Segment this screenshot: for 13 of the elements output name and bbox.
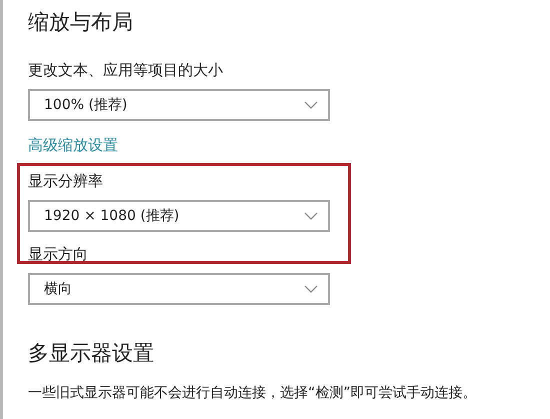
dropdown[interactable]: 100% (推荐) bbox=[28, 89, 330, 121]
description-text: 一些旧式显示器可能不会进行自动连接，选择“检测”即可尝试手动连接。 bbox=[28, 384, 478, 403]
setting-label: 更改文本、应用等项目的大小 bbox=[28, 60, 223, 80]
section-title: 多显示器设置 bbox=[28, 340, 155, 367]
section-title: 缩放与布局 bbox=[28, 9, 134, 36]
chevron-down-icon bbox=[304, 101, 318, 109]
chevron-down-icon bbox=[304, 285, 318, 293]
advanced-scaling-link[interactable]: 高级缩放设置 bbox=[28, 136, 118, 154]
setting-label: 显示方向 bbox=[28, 244, 88, 264]
dropdown[interactable]: 1920 × 1080 (推荐) bbox=[28, 200, 330, 232]
chevron-down-icon bbox=[304, 212, 318, 220]
setting-label: 显示分辨率 bbox=[28, 171, 103, 191]
dropdown[interactable]: 横向 bbox=[28, 273, 330, 305]
